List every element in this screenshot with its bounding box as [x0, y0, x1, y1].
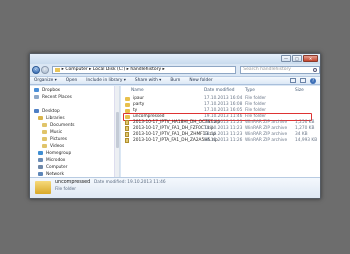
- nav-item-icon: [42, 130, 47, 134]
- organize-button[interactable]: Organize ▾: [34, 78, 57, 83]
- nav-item-label: Desktop: [42, 108, 60, 114]
- nav-item[interactable]: Pictures: [42, 136, 67, 142]
- maximize-button[interactable]: □: [292, 55, 302, 62]
- forward-button[interactable]: ›: [40, 66, 49, 74]
- zip-archive-icon: [125, 138, 129, 143]
- new-folder-button[interactable]: New folder: [189, 78, 212, 83]
- preview-pane-icon[interactable]: [300, 78, 306, 83]
- nav-item[interactable]: Homegroup: [38, 150, 71, 156]
- nav-item-icon: [34, 95, 39, 99]
- nav-item-label: Libraries: [46, 115, 65, 121]
- nav-scrollbar[interactable]: [114, 86, 119, 177]
- details-type: File folder: [55, 187, 77, 192]
- nav-item-label: Network: [46, 171, 64, 177]
- include-in-library-button[interactable]: Include in library ▾: [86, 78, 126, 83]
- minimize-button[interactable]: —: [281, 55, 291, 62]
- nav-item[interactable]: Recent Places: [34, 94, 72, 100]
- folder-icon: [125, 103, 130, 107]
- search-icon: [313, 68, 317, 72]
- search-input[interactable]: Search handlehistory: [240, 66, 320, 74]
- nav-item-label: Pictures: [50, 136, 68, 142]
- share-with-button[interactable]: Share with ▾: [135, 78, 161, 83]
- close-button[interactable]: ✕: [303, 55, 318, 62]
- navigation-pane: Dropbox Recent Places Desktop Libraries Docu…: [30, 86, 120, 177]
- nav-item-label: Microdox: [46, 157, 66, 163]
- zip-archive-icon: [125, 126, 129, 131]
- address-path: ▸ Computer ▸ Local Disk (C:) ▸ handlehis…: [61, 67, 165, 72]
- column-header-date[interactable]: Date modified: [204, 88, 234, 94]
- zip-archive-icon: [125, 132, 129, 137]
- nav-item-icon: [38, 116, 43, 120]
- open-button[interactable]: Open: [66, 78, 77, 83]
- nav-item[interactable]: Libraries: [38, 115, 65, 121]
- nav-item-label: Recent Places: [42, 94, 72, 100]
- nav-item-icon: [42, 123, 47, 127]
- cell-type: WinRAR ZIP archive: [245, 138, 288, 143]
- nav-item-icon: [42, 137, 47, 141]
- nav-item-label: Documents: [50, 122, 75, 128]
- nav-item-icon: [38, 172, 43, 176]
- nav-item[interactable]: Videos: [42, 143, 64, 149]
- nav-item-label: Videos: [50, 143, 65, 149]
- explorer-window: — □ ✕ ‹ › ▸ Computer ▸ Local Disk (C:) ▸…: [29, 53, 321, 199]
- nav-item-icon: [38, 158, 43, 162]
- nav-item-icon: [34, 88, 39, 92]
- address-bar[interactable]: ▸ Computer ▸ Local Disk (C:) ▸ handlehis…: [51, 66, 237, 74]
- change-view-icon[interactable]: [290, 78, 296, 83]
- command-bar: Organize ▾ Open Include in library ▾ Sha…: [30, 76, 320, 85]
- cell-date: 18.10.2013 11:26: [204, 138, 243, 143]
- nav-item-label: Dropbox: [42, 87, 61, 93]
- nav-item-icon: [34, 109, 39, 113]
- title-bar: — □ ✕: [30, 54, 320, 64]
- address-row: ‹ › ▸ Computer ▸ Local Disk (C:) ▸ handl…: [30, 65, 320, 75]
- nav-item-label: Computer: [46, 164, 68, 170]
- details-modified: Date modified: 19.10.2013 11:46: [94, 180, 166, 185]
- nav-item[interactable]: Desktop: [34, 108, 60, 114]
- search-placeholder: Search handlehistory: [243, 67, 291, 72]
- nav-item-icon: [42, 144, 47, 148]
- folder-icon: [35, 181, 51, 194]
- nav-item[interactable]: Music: [42, 129, 62, 135]
- details-name: uncompressed: [55, 180, 91, 185]
- nav-item[interactable]: Documents: [42, 122, 75, 128]
- folder-icon: [125, 97, 130, 101]
- column-header-type[interactable]: Type: [245, 88, 255, 94]
- details-pane: uncompressed Date modified: 19.10.2013 1…: [30, 177, 320, 198]
- burn-button[interactable]: Burn: [170, 78, 180, 83]
- nav-item[interactable]: Dropbox: [34, 87, 60, 93]
- nav-item-label: Homegroup: [46, 150, 72, 156]
- window-controls: — □ ✕: [281, 55, 318, 62]
- back-button[interactable]: ‹: [32, 66, 40, 74]
- help-icon[interactable]: ?: [310, 78, 316, 84]
- folder-icon: [54, 68, 60, 72]
- nav-scroll-thumb[interactable]: [116, 112, 119, 148]
- nav-item[interactable]: Computer: [38, 164, 67, 170]
- nav-item[interactable]: Microdox: [38, 157, 65, 163]
- cell-size: 14,993 KB: [295, 138, 318, 143]
- zip-archive-icon: [125, 120, 129, 125]
- nav-item-icon: [38, 151, 43, 155]
- column-header-size[interactable]: Size: [295, 88, 304, 94]
- view-controls: ?: [290, 78, 316, 84]
- column-header-name[interactable]: Name: [131, 88, 144, 94]
- file-list: Name Date modified Type Size ipaur 17.10.…: [121, 86, 320, 177]
- nav-item-icon: [38, 165, 43, 169]
- file-row[interactable]: 2013-10-17_IPTA_FA1_DH_ZA2A5H5.zip 18.10.…: [121, 138, 318, 144]
- nav-item-label: Music: [50, 129, 63, 135]
